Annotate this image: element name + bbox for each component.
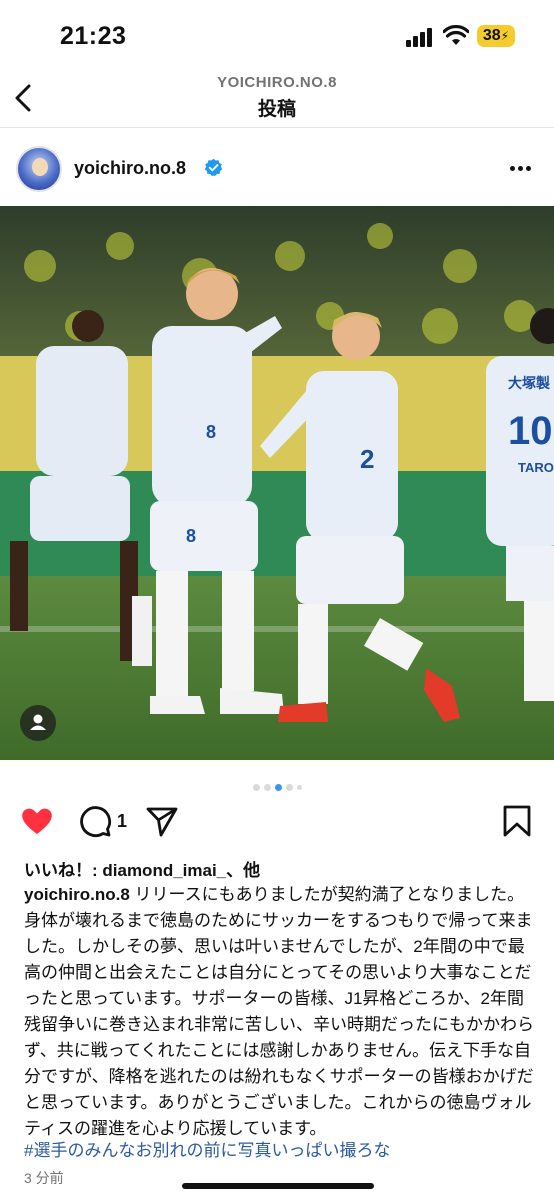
battery-level: 38 xyxy=(482,27,501,44)
carousel-dot xyxy=(252,784,260,791)
home-indicator[interactable] xyxy=(182,1183,374,1189)
battery-indicator: 38⚡ xyxy=(477,25,515,47)
carousel-dot xyxy=(285,784,293,791)
comment-icon[interactable] xyxy=(78,804,112,838)
verified-badge-icon xyxy=(204,158,223,177)
wifi-icon xyxy=(443,25,469,45)
jersey-number-2: 2 xyxy=(360,444,374,474)
post-photo[interactable]: 8 8 2 大塚製 10 TARO xyxy=(0,206,554,760)
post-actions: 1 xyxy=(0,800,554,844)
jersey-name-taro: TARO xyxy=(518,460,554,475)
caption-text: リリースにもありましたが契約満了となりました。身体が壊れるまで徳島のためにサッカ… xyxy=(24,885,534,1138)
avatar[interactable] xyxy=(16,146,62,192)
match-photo: 8 8 2 大塚製 10 TARO xyxy=(0,206,554,760)
page-title: 投稿 xyxy=(257,99,296,120)
heart-filled-icon[interactable] xyxy=(20,804,54,838)
carousel-dot xyxy=(296,785,302,790)
tagged-people-icon[interactable] xyxy=(20,705,56,741)
comment-count[interactable]: 1 xyxy=(117,811,127,832)
carousel-indicator xyxy=(0,778,554,791)
more-options-icon[interactable] xyxy=(506,156,536,180)
post-timestamp: 3 分前 xyxy=(24,1170,64,1186)
account-handle: YOICHIRO.NO.8 xyxy=(217,74,337,91)
cellular-signal-icon xyxy=(406,27,434,47)
send-icon[interactable] xyxy=(145,804,179,838)
post-username[interactable]: yoichiro.no.8 xyxy=(74,158,186,179)
bookmark-icon[interactable] xyxy=(500,804,534,838)
shorts-number-8: 8 xyxy=(186,526,196,546)
status-bar: 21:23 38⚡ xyxy=(0,0,554,70)
charging-bolt-icon: ⚡ xyxy=(500,29,510,43)
caption-username[interactable]: yoichiro.no.8 xyxy=(24,885,130,904)
carousel-dot xyxy=(263,784,271,791)
jersey-number-10: 10 xyxy=(508,409,553,453)
likes-summary[interactable]: いいね！: diamond_imai_、他 xyxy=(24,856,260,881)
nav-header: YOICHIRO.NO.8 投稿 xyxy=(0,70,554,128)
post-header: yoichiro.no.8 xyxy=(0,140,554,200)
carousel-dot-active xyxy=(274,784,282,791)
jersey-sponsor-text: 大塚製 xyxy=(508,375,550,392)
jersey-number-8: 8 xyxy=(206,422,216,442)
status-time: 21:23 xyxy=(60,22,127,50)
caption-hashtag[interactable]: #選手のみんなお別れの前に写真いっぱい撮ろな xyxy=(24,1136,390,1161)
post-caption: yoichiro.no.8 リリースにもありましたが契約満了となりました。身体が… xyxy=(24,882,534,1142)
